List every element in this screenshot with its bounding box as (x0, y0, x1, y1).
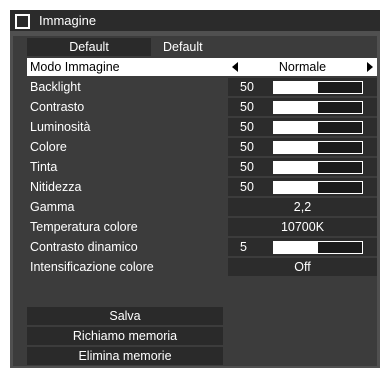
picture-menu-icon (15, 14, 30, 29)
level-bar[interactable] (273, 101, 363, 114)
save-button[interactable]: Salva (27, 307, 223, 325)
setting-label: Backlight (30, 80, 81, 94)
level-fill (274, 162, 318, 173)
picture-menu-window: Immagine Default Default Modo Immagine N… (10, 10, 380, 368)
setting-row-sharpness[interactable]: Nitidezza 50 (27, 178, 377, 196)
menu-panel: Default Default Modo Immagine Normale Ba… (13, 36, 377, 366)
setting-label: Tinta (30, 160, 58, 174)
setting-value: 50 (240, 80, 254, 94)
setting-row-gamma[interactable]: Gamma 2,2 (27, 198, 377, 216)
level-fill (274, 122, 318, 133)
setting-value: 50 (240, 160, 254, 174)
setting-row-picture-mode[interactable]: Modo Immagine Normale (27, 58, 377, 76)
setting-label: Contrasto dinamico (30, 240, 138, 254)
level-bar[interactable] (273, 181, 363, 194)
setting-row-backlight[interactable]: Backlight 50 (27, 78, 377, 96)
setting-value: 50 (240, 100, 254, 114)
setting-value: Off (294, 260, 311, 274)
setting-value: 50 (240, 140, 254, 154)
level-bar[interactable] (273, 161, 363, 174)
menu-title-bar: Immagine (10, 10, 380, 31)
level-bar[interactable] (273, 241, 363, 254)
setting-row-dynamic-contrast[interactable]: Contrasto dinamico 5 (27, 238, 377, 256)
level-fill (274, 102, 318, 113)
setting-label: Gamma (30, 200, 75, 214)
default-button[interactable]: Default (27, 38, 151, 56)
setting-row-color-enhancement[interactable]: Intensificazione colore Off (27, 258, 377, 276)
default-status: Default (163, 40, 203, 54)
setting-value: 50 (240, 120, 254, 134)
level-bar[interactable] (273, 121, 363, 134)
level-fill (274, 182, 318, 193)
setting-row-contrast[interactable]: Contrasto 50 (27, 98, 377, 116)
level-bar[interactable] (273, 141, 363, 154)
setting-label: Contrasto (30, 100, 85, 114)
setting-label: Nitidezza (30, 180, 82, 194)
setting-label: Luminosità (30, 120, 91, 134)
setting-value: 50 (240, 180, 254, 194)
setting-row-brightness[interactable]: Luminosità 50 (27, 118, 377, 136)
setting-label: Intensificazione colore (30, 260, 154, 274)
delete-memories-button[interactable]: Elimina memorie (27, 347, 223, 365)
setting-row-color[interactable]: Colore 50 (27, 138, 377, 156)
recall-memory-button[interactable]: Richiamo memoria (27, 327, 223, 345)
setting-value: Normale (278, 60, 327, 74)
menu-title: Immagine (39, 13, 97, 28)
setting-label: Temperatura colore (30, 220, 138, 234)
setting-row-color-temperature[interactable]: Temperatura colore 10700K (27, 218, 377, 236)
setting-value: 5 (240, 240, 247, 254)
level-fill (274, 142, 318, 153)
setting-row-tint[interactable]: Tinta 50 (27, 158, 377, 176)
setting-value: 2,2 (293, 200, 312, 214)
level-fill (274, 82, 318, 93)
setting-label: Modo Immagine (30, 60, 120, 74)
setting-label: Colore (30, 140, 67, 154)
divider (27, 281, 377, 304)
level-bar[interactable] (273, 81, 363, 94)
arrow-right-icon[interactable] (367, 62, 373, 72)
level-fill (274, 242, 318, 253)
setting-value: 10700K (280, 220, 325, 234)
